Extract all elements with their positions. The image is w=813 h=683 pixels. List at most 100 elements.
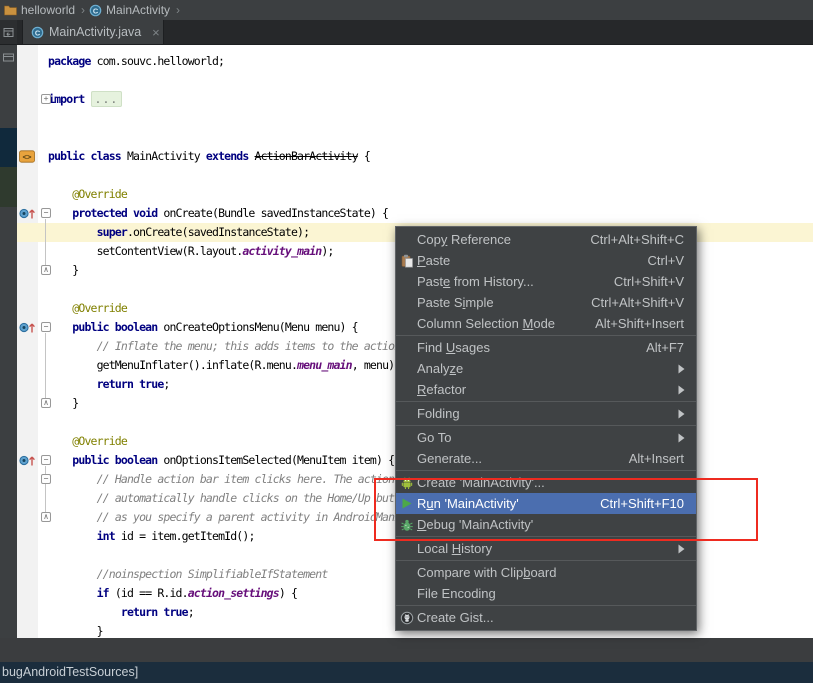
svg-text:<>: <> [22, 153, 32, 162]
menu-item-label: Find Usages [417, 340, 632, 355]
menu-item-label: Analyze [417, 361, 678, 376]
fold-end-icon[interactable]: ∧ [41, 265, 51, 275]
bottom-panel [0, 638, 813, 662]
tab-title: MainActivity.java [49, 25, 141, 39]
code-line[interactable]: } [48, 261, 78, 280]
code-line[interactable]: @Override [48, 299, 127, 318]
close-icon[interactable]: × [152, 25, 160, 40]
menu-item-analyze[interactable]: Analyze [396, 358, 696, 379]
submenu-arrow-icon [678, 364, 692, 374]
menu-item-create-gist[interactable]: Create Gist... [396, 607, 696, 628]
fold-minus-icon[interactable]: − [41, 322, 51, 332]
override-icon[interactable] [19, 321, 36, 334]
menu-item-find-usages[interactable]: Find Usages Alt+F7 [396, 337, 696, 358]
menu-item-label: Folding [417, 406, 678, 421]
menu-item-shortcut: Ctrl+V [648, 253, 696, 268]
code-line[interactable]: public boolean onOptionsItemSelected(Men… [48, 451, 394, 470]
chevron-right-icon: › [176, 3, 180, 17]
paste-icon [396, 254, 417, 268]
menu-item-label: File Encoding [417, 586, 696, 601]
fold-guide-line [45, 219, 46, 265]
breadcrumb-label: MainActivity [106, 3, 170, 17]
tool-window-stripe [0, 45, 17, 638]
menu-item-shortcut: Ctrl+Shift+V [614, 274, 696, 289]
menu-item-label: Local History [417, 541, 678, 556]
code-line[interactable]: int id = item.getItemId(); [48, 527, 255, 546]
code-line[interactable]: // Handle action bar item clicks here. T… [48, 470, 449, 489]
menu-item-paste[interactable]: Paste Ctrl+V [396, 250, 696, 271]
menu-item-compare-with-clipboard[interactable]: Compare with Clipboard [396, 562, 696, 583]
submenu-arrow-icon [678, 385, 692, 395]
code-line[interactable]: public boolean onCreateOptionsMenu(Menu … [48, 318, 358, 337]
stripe-button-blue[interactable] [0, 128, 17, 167]
code-line[interactable]: protected void onCreate(Bundle savedInst… [48, 204, 388, 223]
menu-separator [396, 560, 696, 561]
menu-item-column-selection-mode[interactable]: Column Selection ModeAlt+Shift+Insert [396, 313, 696, 334]
menu-item-go-to[interactable]: Go To [396, 427, 696, 448]
github-icon [396, 611, 417, 625]
menu-item-label: Paste Simple [417, 295, 577, 310]
menu-item-shortcut: Alt+Shift+Insert [595, 316, 696, 331]
menu-item-label: Compare with Clipboard [417, 565, 696, 580]
code-line[interactable]: package com.souvc.helloworld; [48, 52, 224, 71]
fold-end-icon[interactable]: ∧ [41, 512, 51, 522]
fold-minus-icon[interactable]: − [41, 208, 51, 218]
menu-item-generate[interactable]: Generate...Alt+Insert [396, 448, 696, 469]
android-icon [396, 476, 417, 490]
code-line[interactable]: getMenuInflater().inflate(R.menu.menu_ma… [48, 356, 400, 375]
code-line[interactable]: public class MainActivity extends Action… [48, 147, 370, 166]
menu-item-run-mainactivity[interactable]: Run 'MainActivity'Ctrl+Shift+F10 [396, 493, 696, 514]
tab-mainactivity-java[interactable]: C MainActivity.java × [22, 20, 164, 44]
breadcrumb-item-mainactivity[interactable]: C MainActivity [89, 3, 170, 17]
code-line[interactable]: import ... [48, 90, 122, 109]
override-icon[interactable] [19, 207, 36, 220]
code-line[interactable]: return true; [48, 375, 169, 394]
code-line[interactable]: } [48, 394, 78, 413]
menu-item-label: Run 'MainActivity' [417, 496, 586, 511]
menu-item-create-mainactivity[interactable]: Create 'MainActivity'... [396, 472, 696, 493]
code-line[interactable]: setContentView(R.layout.activity_main); [48, 242, 333, 261]
stripe-button-green[interactable] [0, 167, 17, 207]
class-gutter-icon[interactable]: <> [19, 150, 35, 163]
submenu-arrow-icon [678, 433, 692, 443]
menu-item-refactor[interactable]: Refactor [396, 379, 696, 400]
code-line[interactable]: @Override [48, 185, 127, 204]
status-text: bugAndroidTestSources] [2, 665, 138, 679]
code-line[interactable]: // as you specify a parent activity in A… [48, 508, 455, 527]
fold-plus-icon[interactable]: + [41, 94, 51, 104]
menu-item-paste-simple[interactable]: Paste Simple Ctrl+Alt+Shift+V [396, 292, 696, 313]
class-icon: C [89, 4, 102, 17]
dock-corner-icon[interactable] [0, 20, 17, 44]
code-line[interactable]: return true; [48, 603, 194, 622]
menu-item-label: Create 'MainActivity'... [417, 475, 696, 490]
menu-item-debug-mainactivity[interactable]: Debug 'MainActivity' [396, 514, 696, 535]
fold-minus-icon[interactable]: − [41, 455, 51, 465]
override-icon[interactable] [19, 454, 36, 467]
chevron-right-icon: › [81, 3, 85, 17]
menu-item-folding[interactable]: Folding [396, 403, 696, 424]
menu-item-file-encoding[interactable]: File Encoding [396, 583, 696, 604]
fold-end-icon[interactable]: ∧ [41, 398, 51, 408]
code-line[interactable]: @Override [48, 432, 127, 451]
menu-item-shortcut: Alt+F7 [646, 340, 696, 355]
breadcrumb-item-helloworld[interactable]: helloworld [4, 3, 75, 17]
menu-item-paste-from-history[interactable]: Paste from History... Ctrl+Shift+V [396, 271, 696, 292]
menu-item-local-history[interactable]: Local History [396, 538, 696, 559]
status-bar: bugAndroidTestSources] [0, 662, 813, 683]
debug-icon [396, 518, 417, 532]
menu-item-shortcut: Ctrl+Alt+Shift+C [590, 232, 696, 247]
menu-separator [396, 401, 696, 402]
dock-pin-icon[interactable] [2, 51, 15, 64]
menu-item-label: Paste [417, 253, 634, 268]
code-line[interactable]: if (id == R.id.action_settings) { [48, 584, 297, 603]
svg-text:C: C [35, 28, 41, 37]
code-line[interactable]: super.onCreate(savedInstanceState); [48, 223, 309, 242]
run-icon [396, 497, 417, 510]
menu-item-label: Paste from History... [417, 274, 600, 289]
fold-guide-line [45, 485, 46, 512]
menu-item-copy-reference[interactable]: Copy ReferenceCtrl+Alt+Shift+C [396, 229, 696, 250]
fold-minus-icon[interactable]: − [41, 474, 51, 484]
menu-item-shortcut: Ctrl+Alt+Shift+V [591, 295, 696, 310]
menu-item-shortcut: Alt+Insert [629, 451, 696, 466]
code-line[interactable]: //noinspection SimplifiableIfStatement [48, 565, 327, 584]
